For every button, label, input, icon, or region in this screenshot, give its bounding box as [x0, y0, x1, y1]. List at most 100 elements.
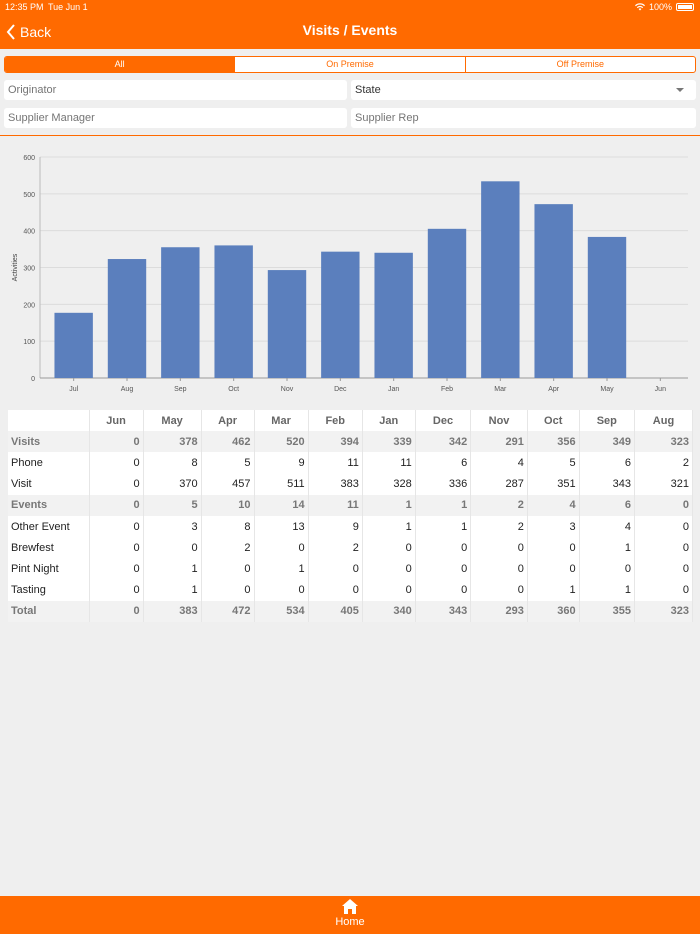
row-label: Brewfest: [8, 537, 90, 559]
row-label: Events: [8, 494, 90, 516]
battery-icon: [676, 3, 694, 11]
table-cell: 339: [362, 431, 416, 453]
row-label: Other Event: [8, 515, 90, 538]
supplier-rep-field[interactable]: [351, 108, 696, 128]
table-cell: 1: [579, 579, 636, 601]
status-time: 12:35 PM: [5, 2, 44, 12]
row-label: Phone: [8, 452, 90, 474]
table-cell: 349: [579, 431, 636, 453]
activities-bar-chart: 0 100 200 300 400 500 600 Activities Jul Aug Sep Oc…: [12, 155, 688, 393]
table-cell: 340: [362, 600, 416, 622]
table-cell: 0: [89, 515, 144, 538]
table-cell: 5: [143, 494, 202, 516]
y-tick-label: 0: [31, 376, 35, 383]
state-select-value: State: [355, 84, 381, 96]
table-cell: 0: [634, 579, 693, 601]
table-cell: 383: [143, 600, 202, 622]
state-select[interactable]: State: [351, 80, 696, 100]
table-cell: 13: [254, 515, 309, 538]
x-tick-label: Oct: [228, 386, 239, 393]
x-tick-label: Nov: [281, 386, 294, 393]
table-row: Other Event 0 3 8 13 9 1 1 2 3 4 0: [8, 515, 693, 538]
supplier-manager-input[interactable]: [8, 108, 347, 128]
column-header: Aug: [634, 410, 693, 432]
supplier-manager-field[interactable]: [4, 108, 347, 128]
table-cell: 8: [143, 452, 202, 474]
table-cell: 0: [415, 558, 472, 580]
table-cell: 2: [470, 515, 528, 538]
table-cell: 0: [254, 579, 309, 601]
table-row: Brewfest 0 0 2 0 2 0 0 0 0 1 0: [8, 537, 693, 559]
y-tick-label: 300: [23, 266, 35, 273]
table-cell: 1: [362, 515, 416, 538]
originator-field[interactable]: [4, 80, 347, 100]
y-tick-label: 600: [23, 155, 35, 162]
table-group-row: Total 0 383 472 534 405 340 343 293 360 355 323: [8, 600, 693, 622]
table-cell: 457: [201, 473, 255, 495]
table-cell: 0: [89, 473, 144, 495]
table-cell: 0: [89, 600, 144, 622]
bar-feb: [427, 228, 467, 378]
status-bar: 12:35 PM Tue Jun 1 100%: [0, 0, 700, 14]
table-cell: 0: [89, 579, 144, 601]
segment-off-premise[interactable]: Off Premise: [464, 57, 695, 72]
x-tick-label: Jan: [388, 386, 399, 393]
premise-segmented-control: All On Premise Off Premise: [4, 56, 696, 73]
table-cell: 0: [143, 537, 202, 559]
table-row: Pint Night 0 1 0 1 0 0 0 0 0 0 0: [8, 558, 693, 580]
table-cell: 10: [201, 494, 255, 516]
table-cell: 351: [527, 473, 580, 495]
table-cell: 383: [308, 473, 363, 495]
table-cell: 405: [308, 600, 363, 622]
activities-chart: 0 100 200 300 400 500 600 Activities Jul Aug Sep Oc…: [0, 145, 700, 400]
column-header: Nov: [470, 410, 528, 432]
tab-home-label: Home: [335, 916, 365, 928]
activity-table: Jun May Apr Mar Feb Jan Dec Nov Oct Sep Aug Visits…: [8, 410, 693, 622]
table-cell: 0: [527, 558, 580, 580]
table-cell: 3: [143, 515, 202, 538]
battery-percent: 100%: [648, 2, 672, 12]
home-icon: [342, 899, 358, 914]
table-row: Tasting 0 1 0 0 0 0 0 0 1 1 0: [8, 579, 693, 601]
table-body: Visits 0 378 462 520 394 339 342 291 356 349 323 Pho…: [8, 431, 693, 622]
originator-input[interactable]: [8, 80, 347, 100]
table-cell: 360: [527, 600, 580, 622]
x-tick-label: May: [600, 386, 614, 393]
table-cell: 378: [143, 431, 202, 453]
table-cell: 472: [201, 600, 255, 622]
table-cell: 462: [201, 431, 255, 453]
table-cell: 4: [527, 494, 580, 516]
bar-aug: [107, 259, 147, 378]
table-cell: 0: [308, 579, 363, 601]
table-cell: 2: [308, 537, 363, 559]
column-header: Mar: [254, 410, 309, 432]
x-tick-label: Jun: [655, 386, 666, 393]
table-cell: 293: [470, 600, 528, 622]
segment-all[interactable]: All: [5, 57, 235, 72]
table-cell: 0: [470, 558, 528, 580]
chevron-down-icon: [676, 88, 684, 92]
supplier-rep-input[interactable]: [355, 108, 696, 128]
table-cell: 1: [415, 494, 472, 516]
table-cell: 328: [362, 473, 416, 495]
tab-home[interactable]: Home: [320, 899, 380, 928]
table-corner-cell: [8, 410, 90, 432]
table-cell: 356: [527, 431, 580, 453]
table-cell: 0: [470, 537, 528, 559]
table-cell: 1: [362, 494, 416, 516]
column-header: Sep: [579, 410, 636, 432]
table-cell: 6: [579, 494, 636, 516]
table-row: Visit 0 370 457 511 383 328 336 287 351 343 321: [8, 473, 693, 495]
table-cell: 0: [89, 537, 144, 559]
status-indicators: 100%: [634, 2, 694, 12]
bar-mar: [481, 181, 520, 378]
x-tick-label: Aug: [121, 386, 134, 393]
table-cell: 0: [634, 537, 693, 559]
column-header: Jan: [362, 410, 416, 432]
table-cell: 0: [89, 431, 144, 453]
table-cell: 0: [415, 579, 472, 601]
table-cell: 0: [579, 558, 636, 580]
segment-on-premise[interactable]: On Premise: [234, 57, 464, 72]
column-header: Dec: [415, 410, 472, 432]
table-cell: 2: [201, 537, 255, 559]
